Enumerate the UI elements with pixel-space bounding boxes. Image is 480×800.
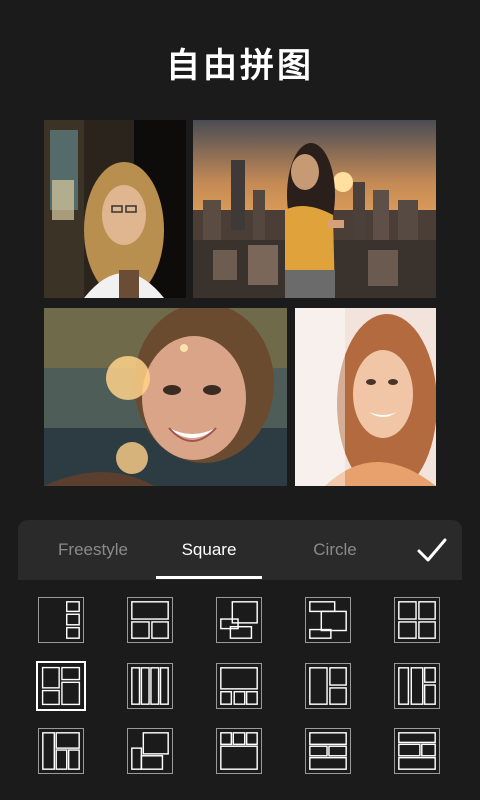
- layout-template-15[interactable]: [394, 728, 440, 774]
- photo-woman-city-sunset[interactable]: [193, 120, 436, 298]
- tab-circle[interactable]: Circle: [280, 520, 390, 580]
- layout-template-2[interactable]: [127, 597, 173, 643]
- layout-template-14[interactable]: [305, 728, 351, 774]
- layout-template-3[interactable]: [216, 597, 262, 643]
- layout-template-1[interactable]: [38, 597, 84, 643]
- layout-template-11[interactable]: [38, 728, 84, 774]
- layout-template-5[interactable]: [394, 597, 440, 643]
- layout-mode-tabs: Freestyle Square Circle: [18, 520, 462, 580]
- photo-girl-bright-light[interactable]: [295, 308, 436, 486]
- layout-template-8[interactable]: [216, 663, 262, 709]
- photo-woman-glasses-window[interactable]: [44, 120, 186, 298]
- layout-template-grid: [0, 580, 480, 800]
- checkmark-icon[interactable]: [416, 535, 448, 565]
- active-tab-indicator: [156, 576, 262, 579]
- layout-template-13[interactable]: [216, 728, 262, 774]
- layout-template-9[interactable]: [305, 663, 351, 709]
- photo-woman-smiling-bokeh[interactable]: [44, 308, 287, 486]
- layout-template-12[interactable]: [127, 728, 173, 774]
- layout-template-7[interactable]: [127, 663, 173, 709]
- layout-template-4[interactable]: [305, 597, 351, 643]
- layout-template-6[interactable]: [36, 661, 86, 711]
- layout-template-10[interactable]: [394, 663, 440, 709]
- tab-square[interactable]: Square: [154, 520, 264, 580]
- collage-canvas: [0, 0, 480, 500]
- tab-freestyle[interactable]: Freestyle: [18, 520, 168, 580]
